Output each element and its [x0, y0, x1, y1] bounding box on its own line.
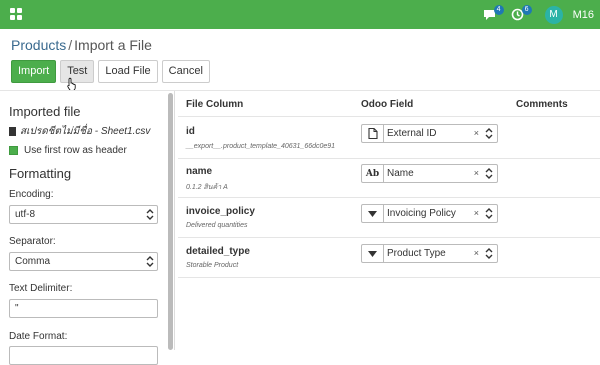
odoo-field-select[interactable]: Product Type ×	[361, 244, 498, 263]
column-sample: __export__.product_template_40631_66dc0e…	[186, 143, 336, 150]
updown-arrows-icon	[485, 208, 493, 219]
column-name: id	[186, 126, 195, 137]
options-scrollbar[interactable]	[168, 93, 173, 350]
row-divider	[178, 158, 600, 159]
separator-select[interactable]: Comma	[9, 252, 158, 271]
column-name: invoice_policy	[186, 206, 255, 217]
odoo-field-select[interactable]: Invoicing Policy ×	[361, 204, 498, 223]
updown-arrows-icon	[485, 128, 493, 139]
clear-icon[interactable]: ×	[474, 165, 479, 182]
cancel-button[interactable]: Cancel	[161, 60, 210, 83]
row-divider	[178, 277, 600, 278]
imported-file-name: สเปรดชีตไม่มีชื่อ - Sheet1.csv	[20, 126, 151, 137]
odoo-field-value: External ID	[387, 128, 437, 139]
import-button[interactable]: Import	[11, 60, 57, 83]
date-format-label: Date Format:	[9, 331, 68, 342]
breadcrumb-separator: /	[68, 37, 73, 53]
clear-icon[interactable]: ×	[474, 245, 479, 262]
row-divider	[178, 237, 600, 238]
date-format-select[interactable]	[9, 346, 158, 365]
column-sample: Storable Product	[186, 262, 239, 269]
clear-icon[interactable]: ×	[474, 125, 479, 142]
text-delimiter-input[interactable]: "	[9, 299, 158, 318]
odoo-field-header: Odoo Field	[361, 99, 414, 110]
import-toolbar: Import Test Load File Cancel	[11, 60, 210, 83]
text-field-icon: Ab	[362, 165, 384, 182]
separator-value: Comma	[15, 256, 51, 267]
messages-button[interactable]: 4	[481, 4, 504, 24]
navbar-systray: 4 6 M M16	[481, 0, 594, 29]
updown-arrows-icon	[146, 256, 154, 267]
updown-arrows-icon	[485, 168, 493, 179]
hand-pointer-icon	[67, 77, 76, 91]
user-name[interactable]: M16	[573, 9, 594, 21]
load-file-button[interactable]: Load File	[98, 60, 158, 83]
row-divider	[178, 197, 600, 198]
odoo-field-value: Invoicing Policy	[387, 208, 456, 219]
imported-file-title: Imported file	[9, 104, 81, 119]
first-row-header-checkbox[interactable]	[9, 146, 18, 155]
column-sample: Delivered quantities	[186, 222, 248, 229]
file-column-header: File Column	[186, 99, 244, 110]
document-icon	[362, 125, 384, 142]
clear-icon[interactable]: ×	[474, 205, 479, 222]
apps-menu-icon[interactable]	[10, 8, 22, 20]
column-sample: 0.1.2 สินค้า A	[186, 184, 228, 191]
column-name: name	[186, 166, 213, 177]
header-row-divider	[178, 116, 600, 117]
comments-header: Comments	[516, 99, 568, 110]
odoo-field-select[interactable]: External ID ×	[361, 124, 498, 143]
odoo-field-value: Name	[387, 168, 414, 179]
first-row-header-label: Use first row as header	[24, 145, 127, 156]
updown-arrows-icon	[485, 248, 493, 259]
activities-button[interactable]: 6	[509, 4, 532, 24]
first-row-header-option[interactable]: Use first row as header	[9, 145, 127, 156]
odoo-field-value: Product Type	[387, 248, 446, 259]
formatting-title: Formatting	[9, 166, 72, 181]
text-delimiter-label: Text Delimiter:	[9, 283, 73, 294]
odoo-field-select[interactable]: Ab Name ×	[361, 164, 498, 183]
encoding-select[interactable]: utf-8	[9, 205, 158, 224]
encoding-value: utf-8	[15, 209, 36, 220]
separator-label: Separator:	[9, 236, 56, 247]
activities-count-badge: 6	[521, 4, 532, 15]
user-avatar[interactable]: M	[544, 5, 563, 24]
updown-arrows-icon	[146, 209, 154, 220]
breadcrumb-products-link[interactable]: Products	[11, 37, 66, 53]
caret-down-icon	[362, 205, 384, 222]
file-icon	[9, 127, 16, 136]
column-name: detailed_type	[186, 246, 250, 257]
imported-file-row: สเปรดชีตไม่มีชื่อ - Sheet1.csv	[9, 124, 150, 139]
breadcrumb: Products / Import a File	[11, 37, 152, 53]
top-navbar: 4 6 M M16	[0, 0, 600, 29]
caret-down-icon	[362, 245, 384, 262]
messages-count-badge: 4	[493, 4, 504, 15]
encoding-label: Encoding:	[9, 189, 54, 200]
breadcrumb-current: Import a File	[74, 37, 152, 53]
